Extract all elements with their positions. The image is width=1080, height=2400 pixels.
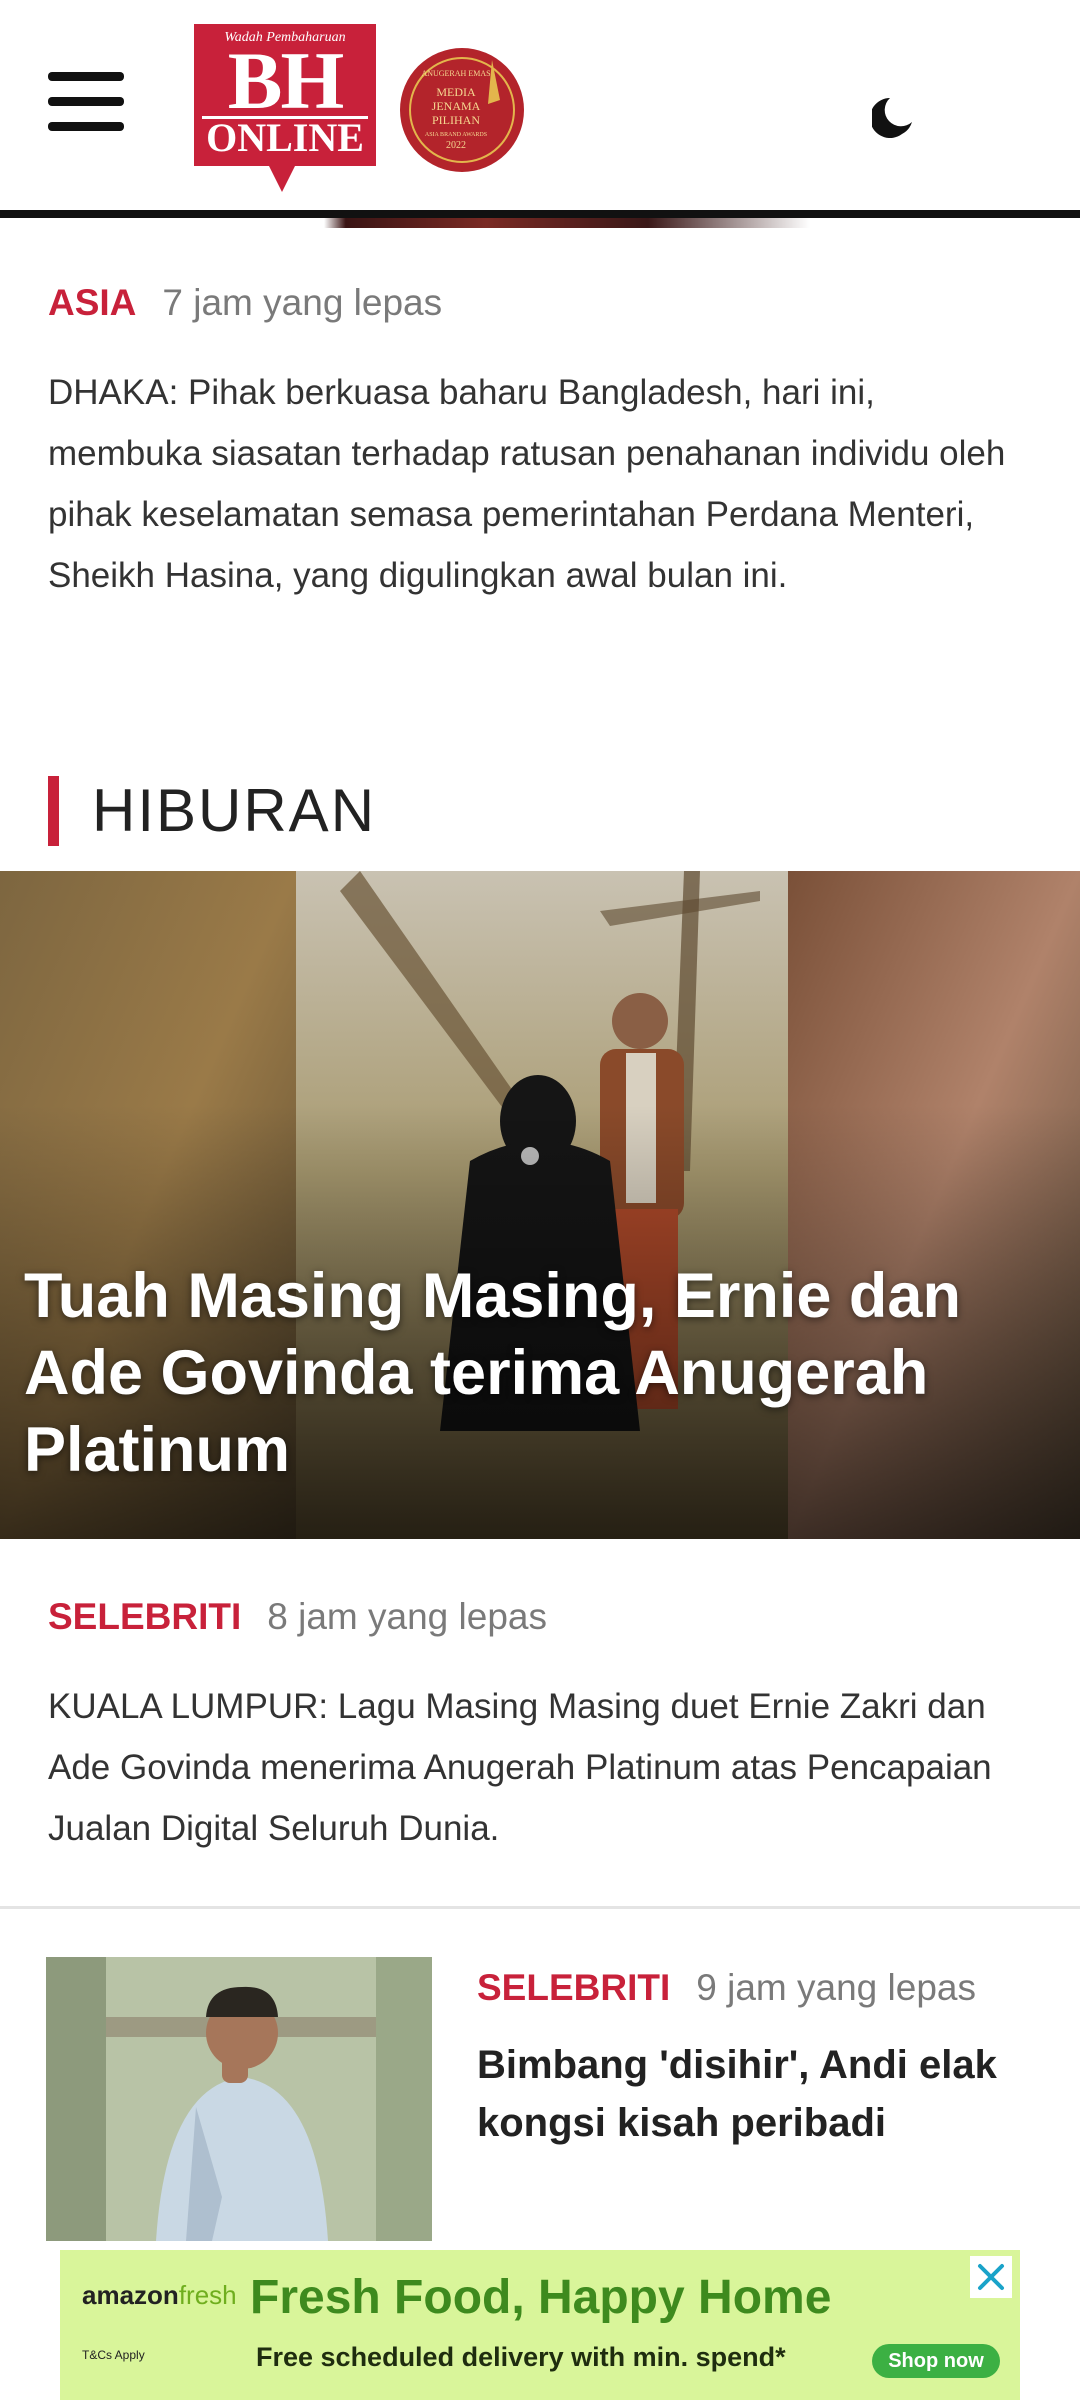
- category-link[interactable]: SELEBRITI: [477, 1967, 670, 2008]
- thumbnail-image: [46, 1957, 432, 2241]
- article-meta: ASIA 7 jam yang lepas: [48, 282, 442, 324]
- ad-brand: amazonfresh: [82, 2280, 237, 2310]
- logo-sub: ONLINE: [202, 116, 368, 158]
- logo-main: BH: [227, 35, 344, 126]
- svg-text:ASIA BRAND AWARDS: ASIA BRAND AWARDS: [425, 132, 487, 138]
- moon-icon[interactable]: [872, 94, 916, 138]
- timestamp: 7 jam yang lepas: [162, 282, 443, 323]
- ad-shop-now-button[interactable]: Shop now: [872, 2344, 1000, 2378]
- hero-article[interactable]: Tuah Masing Masing, Ernie dan Ade Govind…: [0, 871, 1080, 1539]
- hamburger-menu-icon[interactable]: [48, 72, 124, 132]
- ad-fine-print: T&Cs Apply: [82, 2348, 145, 2362]
- previous-article-image-edge: [0, 218, 1080, 228]
- article-excerpt[interactable]: DHAKA: Pihak berkuasa baharu Bangladesh,…: [48, 362, 1038, 606]
- divider: [0, 1906, 1080, 1909]
- section-accent-bar: [48, 776, 59, 846]
- bh-online-logo[interactable]: Wadah Pembaharuan BH ONLINE: [194, 24, 376, 192]
- ad-subline: Free scheduled delivery with min. spend*: [256, 2342, 786, 2372]
- section-title[interactable]: HIBURAN: [92, 776, 376, 846]
- timestamp: 8 jam yang lepas: [267, 1596, 547, 1637]
- close-icon[interactable]: [970, 2256, 1012, 2298]
- award-badge: ANUGERAH EMAS MEDIA JENAMA PILIHAN ASIA …: [400, 48, 524, 172]
- category-link[interactable]: ASIA: [48, 282, 136, 323]
- svg-text:2022: 2022: [446, 140, 466, 151]
- svg-text:MEDIA: MEDIA: [436, 85, 476, 99]
- list-item-meta: SELEBRITI 9 jam yang lepas: [477, 1967, 976, 2009]
- list-item-thumbnail[interactable]: [46, 1957, 432, 2241]
- ad-headline: Fresh Food, Happy Home: [250, 2271, 832, 2324]
- hero-excerpt[interactable]: KUALA LUMPUR: Lagu Masing Masing duet Er…: [48, 1676, 1038, 1859]
- site-header: Wadah Pembaharuan BH ONLINE ANUGERAH EMA…: [0, 0, 1080, 218]
- svg-text:ANUGERAH EMAS: ANUGERAH EMAS: [421, 69, 490, 78]
- timestamp: 9 jam yang lepas: [696, 1967, 976, 2008]
- list-item-title[interactable]: Bimbang 'disihir', Andi elak kongsi kisa…: [477, 2036, 1037, 2152]
- category-link[interactable]: SELEBRITI: [48, 1596, 241, 1637]
- svg-text:JENAMA: JENAMA: [432, 99, 481, 113]
- hero-title[interactable]: Tuah Masing Masing, Ernie dan Ade Govind…: [24, 1258, 1024, 1489]
- ad-banner[interactable]: amazonfresh T&Cs Apply Fresh Food, Happy…: [60, 2250, 1020, 2400]
- hero-meta: SELEBRITI 8 jam yang lepas: [48, 1596, 547, 1638]
- svg-text:PILIHAN: PILIHAN: [432, 113, 480, 127]
